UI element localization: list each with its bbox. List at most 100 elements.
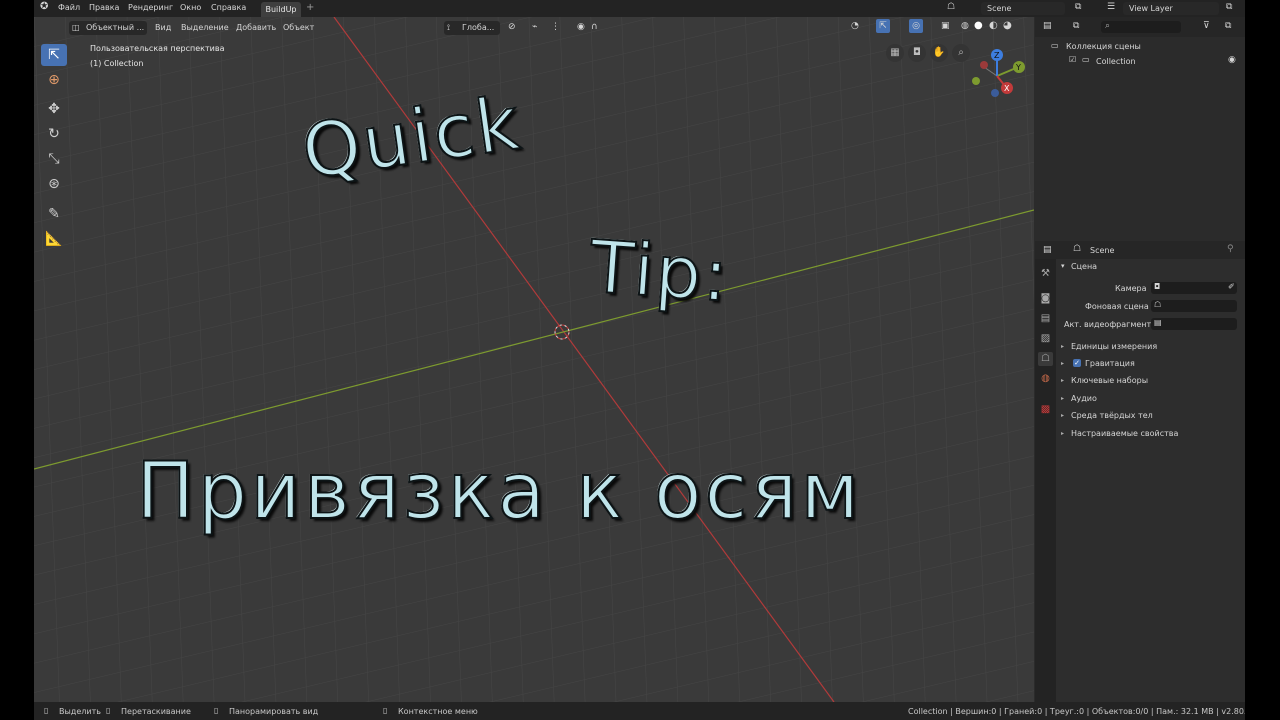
rendered-shading-icon[interactable]: ◕ bbox=[1003, 20, 1012, 31]
mouse-middle-icon: ▯ bbox=[214, 706, 219, 715]
menu-file[interactable]: Файл bbox=[58, 3, 80, 12]
menu-render[interactable]: Рендеринг bbox=[128, 3, 173, 12]
copy-icon[interactable]: ⧉ bbox=[1075, 2, 1081, 12]
outliner-header: ▤ ⧉ ⌕ ⊽ ⧉ bbox=[1035, 17, 1245, 37]
right-editors: ▤ ⧉ ⌕ ⊽ ⧉ ▭ Коллекция сцены ☑ ▭ Collecti… bbox=[1035, 17, 1245, 702]
section-expand-icon[interactable]: ▸ bbox=[1061, 360, 1064, 367]
blender-window: ✪ Файл Правка Рендеринг Окно Справка Bui… bbox=[34, 0, 1245, 720]
gizmo-toggle-icon[interactable]: ⇱ bbox=[876, 19, 890, 33]
proportional-edit-icon[interactable]: ◉ bbox=[577, 22, 585, 32]
camera-view-icon[interactable]: ▦ bbox=[886, 44, 904, 62]
select-tool-icon[interactable]: ⇱ bbox=[41, 44, 67, 66]
workspace-tab-buildup[interactable]: BuildUp bbox=[261, 2, 301, 17]
mouse-right-icon: ▯ bbox=[383, 706, 388, 715]
collection-label[interactable]: Collection bbox=[1096, 57, 1136, 66]
texture-tab-icon[interactable]: ▩ bbox=[1038, 403, 1053, 417]
new-collection-icon[interactable]: ⧉ bbox=[1225, 21, 1231, 31]
scene-collection-label[interactable]: Коллекция сцены bbox=[1066, 42, 1141, 51]
camera-icon[interactable]: ◘ bbox=[908, 44, 926, 62]
pin-icon[interactable]: ⚲ bbox=[1227, 244, 1234, 254]
view-layer-selector[interactable]: View Layer bbox=[1123, 2, 1219, 15]
xray-icon[interactable]: ▣ bbox=[941, 21, 950, 31]
render-tab-icon[interactable]: ◙ bbox=[1038, 292, 1053, 306]
menu-window[interactable]: Окно bbox=[180, 3, 201, 12]
section-audio[interactable]: Аудио bbox=[1071, 394, 1097, 403]
menu-select[interactable]: Выделение bbox=[181, 23, 229, 32]
top-menu-bar: ✪ Файл Правка Рендеринг Окно Справка Bui… bbox=[34, 0, 1245, 17]
eye-icon[interactable]: ◉ bbox=[1228, 55, 1236, 65]
clip-icon: ▤ bbox=[1154, 318, 1162, 327]
solid-shading-icon[interactable]: ● bbox=[974, 20, 983, 31]
overlay-title-tip: Tip: bbox=[586, 223, 733, 319]
axis-gizmo[interactable]: Z Y X bbox=[964, 41, 1034, 111]
copy-layer-icon[interactable]: ⧉ bbox=[1226, 2, 1232, 12]
view-layer-tab-icon[interactable]: ▨ bbox=[1038, 332, 1053, 346]
outliner: ▭ Коллекция сцены ☑ ▭ Collection ◉ bbox=[1035, 37, 1245, 237]
mode-label: Объектный ... bbox=[86, 23, 145, 32]
scene-tab-icon[interactable]: ☖ bbox=[1038, 352, 1053, 366]
section-rigid-body[interactable]: Среда твёрдых тел bbox=[1071, 411, 1153, 420]
section-units[interactable]: Единицы измерения bbox=[1071, 342, 1157, 351]
background-scene-label: Фоновая сцена bbox=[1085, 302, 1149, 311]
overlay-subtitle: Привязка к осям bbox=[135, 446, 863, 538]
scale-tool-icon[interactable]: ⤡ bbox=[41, 148, 67, 170]
section-expand-icon[interactable]: ▸ bbox=[1061, 343, 1064, 350]
world-tab-icon[interactable]: ◍ bbox=[1038, 372, 1053, 386]
menu-view[interactable]: Вид bbox=[155, 23, 171, 32]
section-expand-icon[interactable]: ▸ bbox=[1061, 395, 1064, 402]
3d-viewport[interactable]: ◫ Объектный ... Вид Выделение Добавить О… bbox=[34, 17, 1034, 702]
falloff-icon[interactable]: ∩ bbox=[591, 22, 598, 32]
object-mode-icon: ◫ bbox=[72, 23, 80, 32]
blender-logo-icon[interactable]: ✪ bbox=[40, 1, 48, 12]
overlay-toggle-icon[interactable]: ◎ bbox=[909, 19, 923, 33]
section-expand-icon[interactable]: ▸ bbox=[1061, 412, 1064, 419]
section-gravity[interactable]: Гравитация bbox=[1085, 359, 1135, 368]
gizmo-x-label: X bbox=[1004, 84, 1010, 93]
tool-tab-icon[interactable]: ⚒ bbox=[1038, 267, 1053, 281]
camera-field[interactable] bbox=[1151, 282, 1237, 294]
menu-add[interactable]: Добавить bbox=[236, 23, 276, 32]
status-stats: Collection | Вершин:0 | Граней:0 | Треуг… bbox=[908, 707, 1245, 716]
properties-editor-icon[interactable]: ▤ bbox=[1043, 245, 1052, 255]
properties-context-label: Scene bbox=[1090, 246, 1115, 255]
outliner-search-input[interactable] bbox=[1101, 21, 1181, 33]
outliner-editor-icon[interactable]: ▤ bbox=[1043, 21, 1052, 31]
wireframe-shading-icon[interactable]: ◍ bbox=[961, 21, 969, 31]
menu-object[interactable]: Объект bbox=[283, 23, 314, 32]
section-expand-icon[interactable]: ▸ bbox=[1061, 430, 1064, 437]
panel-expand-icon[interactable]: ▾ bbox=[1061, 262, 1065, 270]
background-scene-field[interactable] bbox=[1151, 300, 1237, 312]
filter-icon[interactable]: ⊽ bbox=[1203, 21, 1210, 31]
scene-selector[interactable]: Scene bbox=[981, 2, 1065, 15]
section-keying-sets[interactable]: Ключевые наборы bbox=[1071, 376, 1148, 385]
add-workspace-button[interactable]: + bbox=[306, 2, 314, 13]
display-mode-icon[interactable]: ⧉ bbox=[1073, 21, 1079, 31]
viewport-grid bbox=[34, 17, 1034, 702]
measure-tool-icon[interactable]: 📐 bbox=[41, 228, 67, 250]
move-tool-icon[interactable]: ✥ bbox=[41, 98, 67, 120]
output-tab-icon[interactable]: ▤ bbox=[1038, 312, 1053, 326]
section-custom-props[interactable]: Настраиваемые свойства bbox=[1071, 429, 1178, 438]
eyedropper-icon[interactable]: ✐ bbox=[1228, 282, 1235, 291]
properties-content: ▾ Сцена Камера ◘ ✐ Фоновая сцена ☖ Акт. … bbox=[1056, 259, 1245, 702]
active-clip-field[interactable] bbox=[1151, 318, 1237, 330]
snap-icon[interactable]: ⌁ bbox=[532, 22, 537, 32]
rotate-tool-icon[interactable]: ↻ bbox=[41, 123, 67, 145]
cursor-tool-icon[interactable]: ⊕ bbox=[41, 69, 67, 91]
orientation-label: Глоба... bbox=[462, 23, 495, 32]
visibility-icon[interactable]: ◔ bbox=[851, 21, 859, 31]
scene-context-icon: ☖ bbox=[1073, 244, 1082, 254]
section-expand-icon[interactable]: ▸ bbox=[1061, 377, 1064, 384]
menu-help[interactable]: Справка bbox=[211, 3, 246, 12]
transform-tool-icon[interactable]: ⊛ bbox=[41, 173, 67, 195]
gravity-checkbox[interactable]: ✓ bbox=[1073, 359, 1081, 367]
snap-target-icon[interactable]: ⋮ bbox=[551, 22, 560, 32]
pivot-icon[interactable]: ⊘ bbox=[508, 22, 516, 32]
camera-label: Камера bbox=[1115, 284, 1147, 293]
collection-checkbox-icon[interactable]: ☑ bbox=[1069, 55, 1076, 64]
panel-scene-title[interactable]: Сцена bbox=[1071, 262, 1097, 271]
menu-edit[interactable]: Правка bbox=[89, 3, 119, 12]
annotate-tool-icon[interactable]: ✎ bbox=[41, 203, 67, 225]
material-shading-icon[interactable]: ◐ bbox=[989, 20, 998, 31]
pan-hand-icon[interactable]: ✋ bbox=[930, 44, 948, 62]
